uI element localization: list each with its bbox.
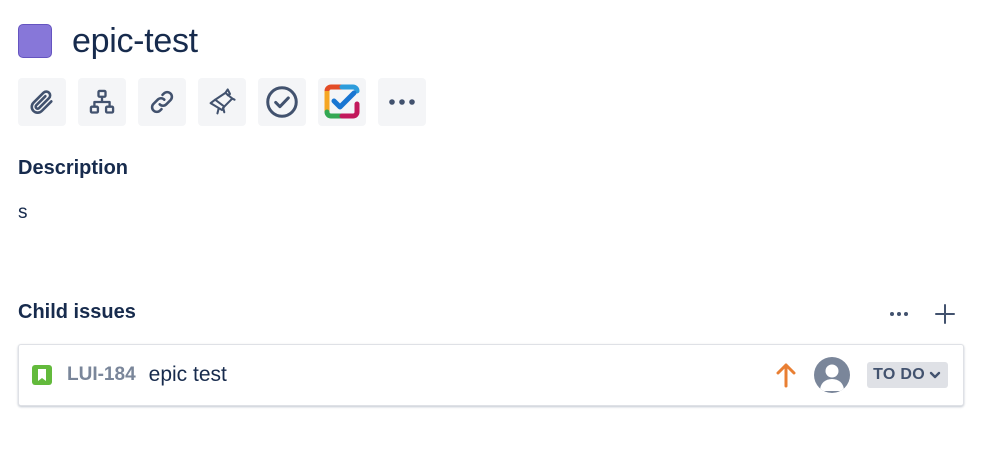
confluence-icon bbox=[209, 88, 236, 115]
attach-button[interactable] bbox=[18, 78, 66, 126]
description-body[interactable]: s bbox=[18, 202, 28, 224]
child-issue-row[interactable]: LUI-184 epic test TO DO bbox=[18, 344, 964, 406]
avatar-icon[interactable] bbox=[814, 357, 851, 393]
link-issue-button[interactable] bbox=[138, 78, 186, 126]
checklist-app-icon bbox=[324, 84, 360, 119]
child-issue-icon bbox=[89, 89, 115, 114]
child-issues-actions bbox=[883, 298, 961, 330]
more-icon bbox=[389, 99, 415, 105]
child-issues-more-button[interactable] bbox=[883, 298, 915, 330]
issue-title[interactable]: epic-test bbox=[72, 20, 198, 62]
more-actions-button[interactable] bbox=[378, 78, 426, 126]
status-label: TO DO bbox=[873, 366, 925, 383]
more-icon bbox=[890, 312, 908, 316]
story-icon bbox=[32, 365, 52, 385]
confluence-button[interactable] bbox=[198, 78, 246, 126]
approve-button[interactable] bbox=[258, 78, 306, 126]
epic-icon bbox=[18, 24, 52, 58]
issue-header: epic-test bbox=[18, 20, 198, 62]
attachment-icon bbox=[30, 90, 53, 114]
child-issues-heading: Child issues bbox=[18, 301, 136, 323]
status-dropdown[interactable]: TO DO bbox=[867, 362, 948, 388]
child-issue-key[interactable]: LUI-184 bbox=[67, 364, 136, 386]
priority-high-icon bbox=[774, 361, 798, 389]
description-heading: Description bbox=[18, 157, 129, 179]
issue-toolbar bbox=[18, 78, 426, 126]
child-issue-summary[interactable]: epic test bbox=[149, 363, 227, 387]
child-issue-meta: TO DO bbox=[774, 357, 948, 393]
link-icon bbox=[150, 90, 174, 114]
add-child-issue-button[interactable] bbox=[78, 78, 126, 126]
checklist-app-button[interactable] bbox=[318, 78, 366, 126]
checkmark-icon bbox=[266, 86, 298, 118]
add-child-issue-button[interactable] bbox=[929, 298, 961, 330]
chevron-down-icon bbox=[929, 371, 941, 379]
plus-icon bbox=[935, 304, 955, 324]
